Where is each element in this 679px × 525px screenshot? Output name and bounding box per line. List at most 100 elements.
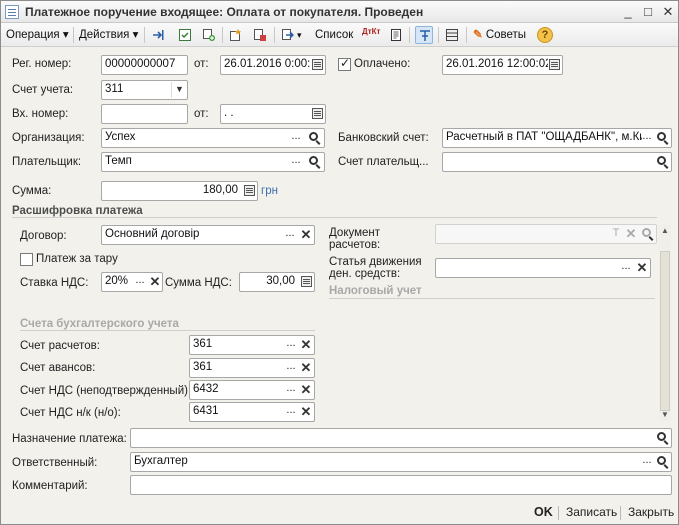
select-button[interactable]: ...	[283, 404, 299, 420]
calendar-icon[interactable]	[312, 108, 323, 119]
vat-sum-field[interactable]: 30,00	[239, 272, 315, 292]
tax-section-title: Налоговый учет	[329, 285, 422, 297]
acc-vat-no-field[interactable]: 6431 ... ✕	[189, 402, 315, 422]
purpose-field[interactable]	[130, 428, 672, 448]
list-button[interactable]: Список	[315, 25, 353, 45]
window-title: Платежное поручение входящее: Оплата от …	[25, 5, 424, 19]
toolbar: Операция ▾ Действия ▾ ▾ Список ДтКт ✎ Со…	[1, 23, 678, 47]
structure-icon[interactable]	[415, 26, 433, 44]
clear-icon[interactable]: ✕	[635, 260, 649, 276]
operation-menu[interactable]: Операция ▾	[6, 25, 69, 45]
sum-field[interactable]: 180,00	[101, 181, 258, 201]
reg-number-field[interactable]: 00000000007	[101, 55, 188, 75]
calculator-icon[interactable]	[301, 276, 312, 287]
save-button[interactable]: Записать	[566, 505, 617, 519]
settlement-doc-label: Документ	[329, 227, 381, 239]
post-close-icon[interactable]	[149, 26, 167, 44]
clear-icon[interactable]: ✕	[299, 382, 313, 398]
purpose-label: Назначение платежа:	[12, 433, 127, 445]
account-select[interactable]: 311 ▼	[101, 80, 188, 100]
select-button[interactable]: ...	[288, 130, 304, 146]
advice-button[interactable]: ✎ Советы	[473, 25, 526, 45]
vat-rate-field[interactable]: 20% ... ✕	[101, 272, 163, 292]
actions-menu[interactable]: Действия ▾	[79, 25, 138, 45]
clear-icon[interactable]: ✕	[148, 274, 162, 290]
bank-account-label: Банковский счет:	[338, 132, 429, 144]
clear-icon[interactable]: ✕	[299, 404, 313, 420]
search-icon[interactable]	[309, 156, 318, 165]
acc-adv-field[interactable]: 361 ... ✕	[189, 358, 315, 378]
post-document-icon[interactable]	[176, 26, 194, 44]
copy-document-icon[interactable]	[200, 26, 218, 44]
close-button[interactable]: Закрыть	[628, 505, 674, 519]
search-icon[interactable]	[657, 432, 666, 441]
select-button[interactable]: ...	[132, 274, 148, 290]
currency-link[interactable]: грн	[261, 185, 278, 197]
scroll-down-icon[interactable]: ▼	[659, 409, 671, 421]
go-to-icon[interactable]	[279, 26, 297, 44]
search-icon[interactable]	[309, 132, 318, 141]
advice-icon: ✎	[473, 29, 483, 41]
acc-vat-label: Счет НДС (неподтвержденный):	[20, 385, 192, 397]
reg-date-field[interactable]: 26.01.2016 0:00:	[220, 55, 326, 75]
select-button[interactable]: ...	[283, 382, 299, 398]
in-number-field[interactable]	[101, 104, 188, 124]
calculator-icon[interactable]	[244, 185, 255, 196]
help-icon[interactable]: ?	[537, 27, 553, 43]
scroll-up-icon[interactable]: ▲	[659, 225, 671, 237]
create-based-on-icon[interactable]	[227, 26, 245, 44]
document-icon	[5, 5, 19, 19]
cashflow-field[interactable]: ... ✕	[435, 258, 651, 278]
search-icon[interactable]	[657, 456, 666, 465]
report-icon[interactable]	[387, 26, 405, 44]
select-button[interactable]: ...	[639, 454, 655, 470]
chevron-down-icon: ▾	[132, 29, 139, 41]
payer-label: Плательщик:	[12, 156, 82, 168]
in-number-label: Вх. номер:	[12, 108, 69, 120]
select-button[interactable]: ...	[618, 260, 634, 276]
in-date-field[interactable]: . .	[220, 104, 326, 124]
minimize-button[interactable]: _	[619, 4, 637, 20]
org-field[interactable]: Успех ...	[101, 128, 325, 148]
select-button[interactable]: ...	[283, 360, 299, 376]
select-button[interactable]: ...	[288, 154, 304, 170]
responsible-label: Ответственный:	[12, 457, 98, 469]
in-date-label: от:	[194, 108, 209, 120]
scroll-thumb[interactable]	[660, 251, 670, 411]
print-icon[interactable]	[251, 26, 269, 44]
select-button[interactable]: ...	[283, 337, 299, 353]
contract-field[interactable]: Основний договір ... ✕	[101, 225, 315, 245]
chevron-down-icon[interactable]: ▼	[171, 82, 187, 98]
clear-icon[interactable]: ✕	[299, 337, 313, 353]
payer-field[interactable]: Темп ...	[101, 152, 325, 172]
payer-account-field[interactable]	[442, 152, 672, 172]
select-button[interactable]: ...	[639, 130, 655, 146]
paid-date-field[interactable]: 26.01.2016 12:00:02	[442, 55, 563, 75]
responsible-field[interactable]: Бухгалтер ...	[130, 452, 672, 472]
acc-settle-field[interactable]: 361 ... ✕	[189, 335, 315, 355]
table-icon[interactable]	[443, 26, 461, 44]
tare-checkbox[interactable]	[20, 253, 33, 266]
paid-checkbox[interactable]	[338, 56, 351, 71]
settlement-doc-field: T ✕	[435, 224, 657, 244]
clear-icon[interactable]: ✕	[299, 227, 313, 243]
close-window-button[interactable]: ✕	[659, 4, 677, 20]
acc-settle-label: Счет расчетов:	[20, 340, 100, 352]
bank-account-field[interactable]: Расчетный в ПАТ "ОЩАДБАНК", м.Ки ...	[442, 128, 672, 148]
clear-icon[interactable]: ✕	[299, 360, 313, 376]
chevron-down-icon: ▾	[62, 29, 69, 41]
chevron-down-icon[interactable]: ▾	[297, 25, 302, 45]
calendar-icon[interactable]	[312, 59, 323, 70]
maximize-button[interactable]: □	[639, 4, 657, 20]
acc-vat-field[interactable]: 6432 ... ✕	[189, 380, 315, 400]
dtkt-button[interactable]: ДтКт	[362, 27, 380, 47]
comment-field[interactable]	[130, 475, 672, 495]
paid-label: Оплачено:	[354, 58, 411, 70]
ok-button[interactable]: OK	[534, 505, 553, 519]
search-icon[interactable]	[657, 132, 666, 141]
details-scrollbar[interactable]: ▲ ▼	[659, 225, 671, 421]
select-button[interactable]: ...	[282, 227, 298, 243]
calendar-icon[interactable]	[549, 59, 560, 70]
details-section-title: Расшифровка платежа	[12, 205, 143, 217]
search-icon[interactable]	[657, 156, 666, 165]
